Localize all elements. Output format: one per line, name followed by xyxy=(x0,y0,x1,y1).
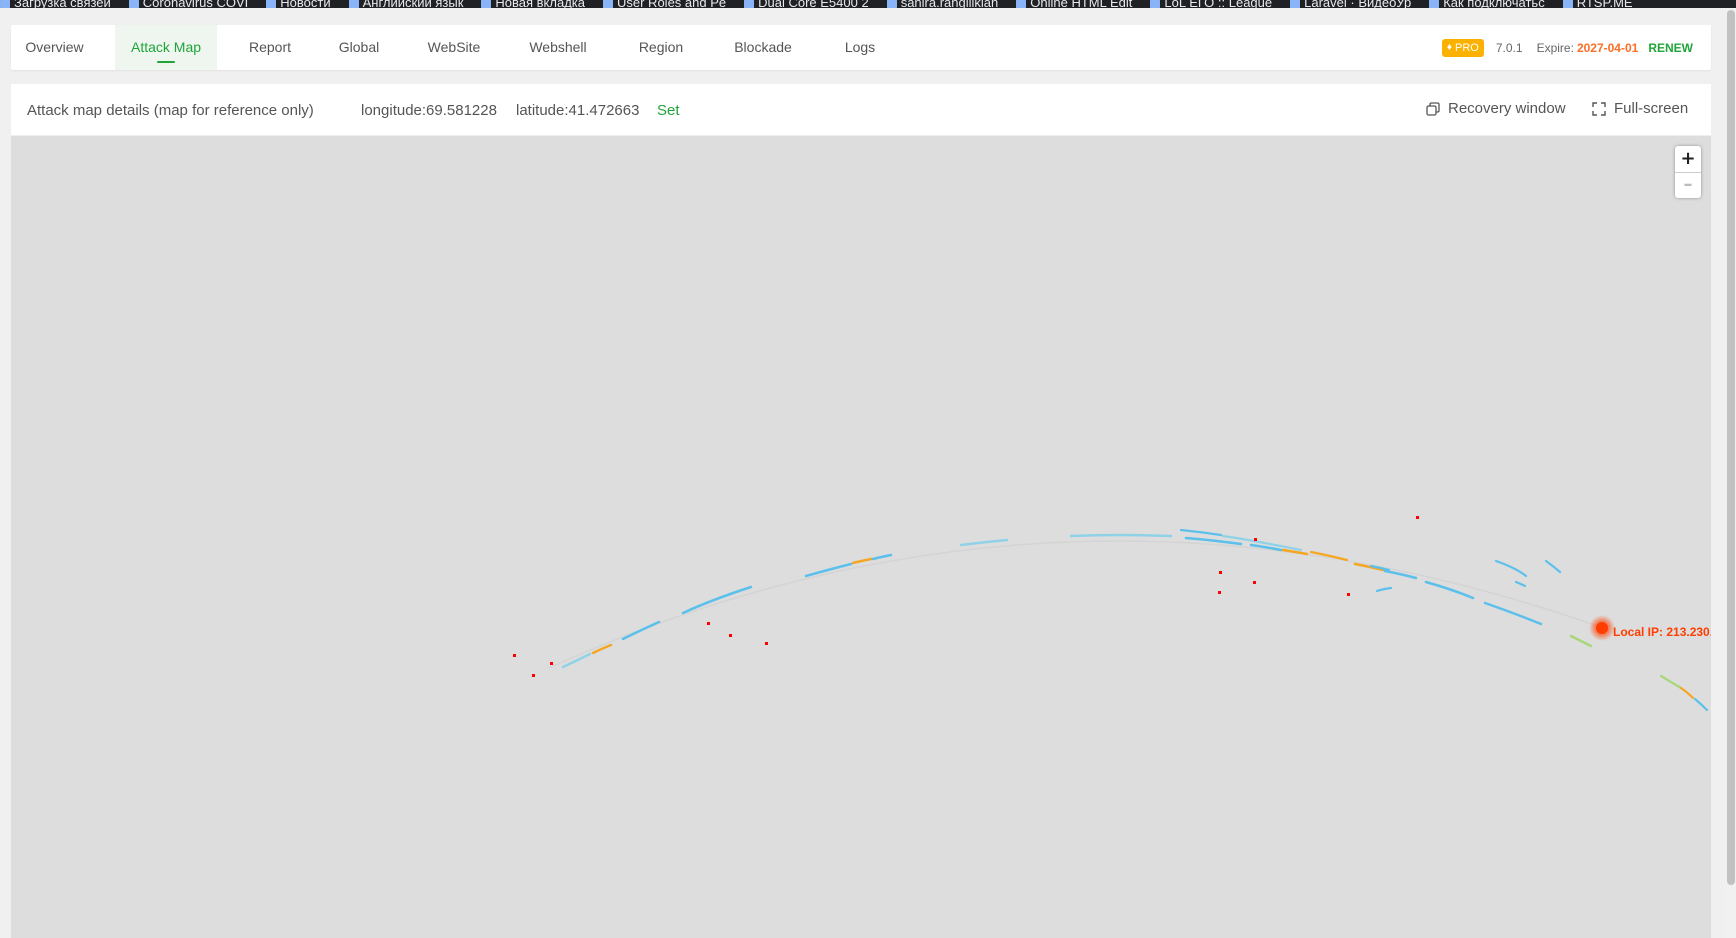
tab-global[interactable]: Global xyxy=(321,25,397,70)
zoom-out-button[interactable]: – xyxy=(1675,172,1701,198)
attack-source-point[interactable] xyxy=(532,674,535,677)
latitude-text: latitude:41.472663 xyxy=(516,102,640,119)
attack-trail-secondary xyxy=(1375,586,1393,593)
attack-source-point[interactable] xyxy=(1254,538,1257,541)
bookmark-item[interactable]: Новости xyxy=(266,0,331,8)
scrollbar-thumb[interactable] xyxy=(1727,10,1735,885)
bookmark-item[interactable]: Online HTML Edit xyxy=(1016,0,1132,8)
bookmark-item[interactable]: RTSP.ME xyxy=(1562,0,1633,8)
attack-trail-secondary xyxy=(1659,674,1683,690)
bookmark-item[interactable]: Как подключатьс xyxy=(1429,0,1545,8)
zoom-in-button[interactable]: + xyxy=(1675,146,1701,172)
attack-trail-segment xyxy=(1483,601,1543,626)
map-title: Attack map details (map for reference on… xyxy=(27,102,314,119)
diamond-icon: ♦ xyxy=(1446,42,1453,53)
license-info: ♦ PRO 7.0.1 Expire: 2027-04-01 RENEW xyxy=(1441,25,1693,70)
attack-trail-secondary xyxy=(1679,686,1695,700)
full-screen-button[interactable]: Full-screen xyxy=(1592,100,1688,117)
attack-trail-secondary xyxy=(1179,528,1223,537)
attack-source-point[interactable] xyxy=(765,642,768,645)
bookmark-item[interactable]: Coronavirus COVI xyxy=(128,0,248,8)
attack-trail-segment xyxy=(851,557,873,565)
tab-blockade[interactable]: Blockade xyxy=(717,25,809,70)
bookmark-item[interactable]: Laravel · ВидеоУр xyxy=(1290,0,1411,8)
attack-trail-secondary xyxy=(1494,559,1528,578)
attack-source-point[interactable] xyxy=(729,634,732,637)
map-panel-header: Attack map details (map for reference on… xyxy=(11,84,1711,136)
attack-source-point[interactable] xyxy=(1416,516,1419,519)
attack-map-canvas[interactable]: Local IP: 213.230. + – xyxy=(11,136,1711,938)
tab-webshell[interactable]: Webshell xyxy=(511,25,605,70)
local-ip-marker[interactable] xyxy=(1596,622,1608,634)
expire-date: 2027-04-01 xyxy=(1576,40,1639,55)
fullscreen-icon xyxy=(1592,101,1606,116)
attack-trail-main xyxy=(548,540,1604,669)
attack-trail-secondary xyxy=(1693,697,1709,712)
attack-trail-segment xyxy=(681,585,753,615)
expire-label: Expire: xyxy=(1536,40,1574,55)
pro-label: PRO xyxy=(1455,41,1479,54)
restore-window-icon xyxy=(1426,101,1440,116)
attack-trail-segment xyxy=(1383,569,1418,580)
browser-bookmarks-bar: Загрузка связей Coronavirus COVI Новости Ан… xyxy=(0,0,1736,8)
recovery-window-label: Recovery window xyxy=(1448,100,1566,117)
pro-badge: ♦ PRO xyxy=(1441,38,1484,57)
attack-trail-segment xyxy=(1569,634,1593,648)
attack-trail-segment xyxy=(1424,580,1475,600)
attack-trail-segment xyxy=(871,553,893,561)
top-nav: Overview Attack Map Report Global WebSit… xyxy=(11,25,1711,70)
attack-map-panel: Attack map details (map for reference on… xyxy=(11,84,1711,938)
bookmark-item[interactable]: LoL ЕГО :: League xyxy=(1150,0,1272,8)
bookmark-item[interactable]: User Roles and Pe xyxy=(603,0,726,8)
tab-logs[interactable]: Logs xyxy=(825,25,895,70)
attack-source-point[interactable] xyxy=(513,654,516,657)
attack-source-point[interactable] xyxy=(1253,581,1256,584)
recovery-window-button[interactable]: Recovery window xyxy=(1426,100,1566,117)
tab-attack-map[interactable]: Attack Map xyxy=(115,25,217,70)
map-zoom-control: + – xyxy=(1675,146,1701,198)
attack-trail-segment xyxy=(959,538,1009,547)
attack-source-point[interactable] xyxy=(1347,593,1350,596)
attack-trail-segment xyxy=(621,620,661,641)
attack-trail-segment xyxy=(591,643,613,655)
attack-source-point[interactable] xyxy=(550,662,553,665)
bookmark-item[interactable]: Dual Core E5400 2 xyxy=(744,0,869,8)
attack-source-point[interactable] xyxy=(1219,571,1222,574)
tab-overview[interactable]: Overview xyxy=(11,25,98,70)
page-scrollbar[interactable] xyxy=(1726,8,1736,938)
attack-trail-segment xyxy=(1069,533,1173,538)
set-coordinates-link[interactable]: Set xyxy=(657,102,680,119)
renew-link[interactable]: RENEW xyxy=(1648,41,1693,55)
bookmark-item[interactable]: Загрузка связей xyxy=(0,0,111,8)
version-text: 7.0.1 xyxy=(1495,40,1523,55)
tab-report[interactable]: Report xyxy=(227,25,313,70)
attack-source-point[interactable] xyxy=(1218,591,1221,594)
local-ip-label: Local IP: 213.230. xyxy=(1613,625,1711,639)
attack-trail-secondary xyxy=(1544,559,1562,574)
bookmark-item[interactable]: Английский язык xyxy=(348,0,463,8)
bookmark-item[interactable]: Новая вкладка xyxy=(481,0,585,8)
attack-trail-secondary xyxy=(1514,580,1527,588)
attack-source-point[interactable] xyxy=(707,622,710,625)
tab-website[interactable]: WebSite xyxy=(411,25,497,70)
full-screen-label: Full-screen xyxy=(1614,100,1689,117)
tab-region[interactable]: Region xyxy=(619,25,703,70)
attack-map-overlay xyxy=(513,516,1709,712)
longitude-text: longitude:69.581228 xyxy=(361,102,497,119)
bookmark-item[interactable]: sanira.rangilikian xyxy=(886,0,998,8)
